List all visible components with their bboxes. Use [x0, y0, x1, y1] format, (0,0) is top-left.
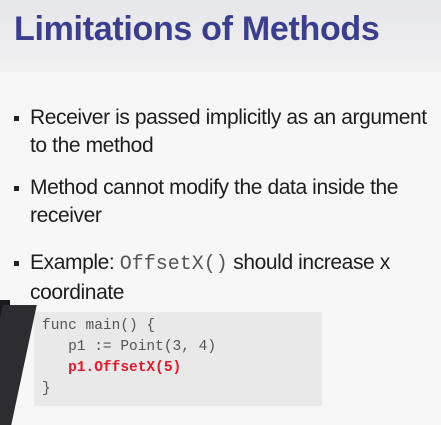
code-line-highlighted: p1.OffsetX(5) [42, 360, 182, 376]
bullet-text: Receiver is passed implicitly as an argu… [30, 106, 427, 157]
bullet-item: Example: OffsetX() should increase x coo… [14, 249, 434, 305]
slide-header: Limitations of Methods [0, 0, 441, 72]
code-line: p1 := Point(3, 4) [42, 339, 217, 355]
presenter-silhouette [0, 305, 37, 425]
bullet-marker [14, 116, 19, 121]
bullet-item: Receiver is passed implicitly as an argu… [14, 104, 434, 160]
bullet-text: Method cannot modify the data inside the… [30, 176, 399, 227]
inline-code: OffsetX() [119, 253, 228, 276]
slide: Limitations of Methods Receiver is passe… [0, 0, 441, 425]
code-line: } [42, 381, 51, 397]
bullet-item: Method cannot modify the data inside the… [14, 174, 434, 230]
bullet-text: Example: OffsetX() should increase x coo… [30, 249, 434, 307]
code-block: func main() { p1 := Point(3, 4) p1.Offse… [34, 312, 322, 406]
slide-title: Limitations of Methods [14, 10, 380, 48]
bullet-marker [14, 261, 19, 266]
bullet-marker [14, 186, 19, 191]
code-line: func main() { [42, 318, 156, 334]
bullet-text-prefix: Example: [30, 251, 120, 274]
